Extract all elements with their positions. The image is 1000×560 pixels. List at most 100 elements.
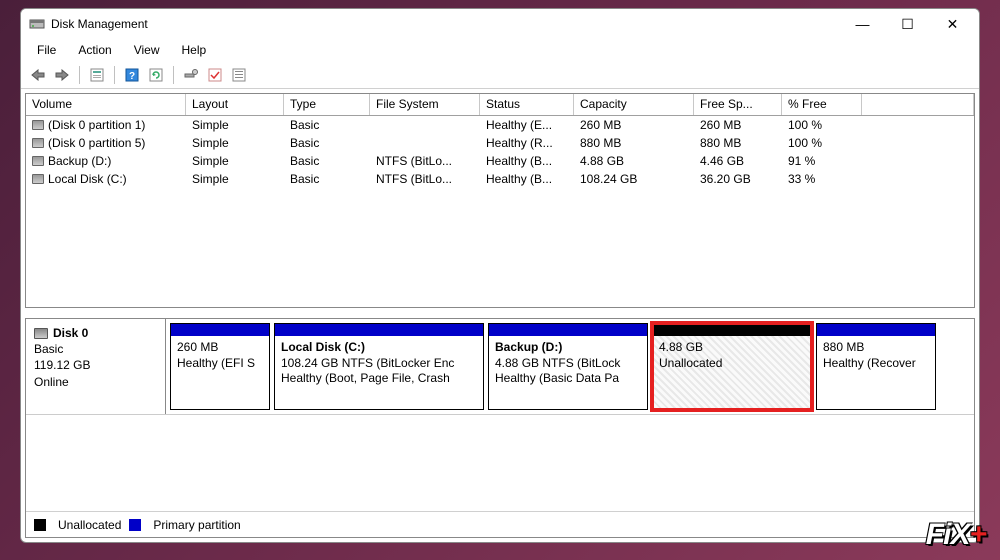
back-button[interactable]: [27, 64, 49, 86]
partition-line1: 880 MB: [823, 340, 929, 356]
disk-row[interactable]: Disk 0 Basic 119.12 GB Online 260 MBHeal…: [26, 319, 974, 415]
partition-title: Backup (D:): [495, 340, 641, 356]
partition-line1: 260 MB: [177, 340, 263, 356]
col-blank[interactable]: [862, 94, 974, 115]
help-button[interactable]: ?: [121, 64, 143, 86]
volume-capacity: 880 MB: [574, 135, 694, 151]
list-button[interactable]: [228, 64, 250, 86]
close-button[interactable]: ✕: [930, 9, 975, 39]
swatch-unallocated: [34, 519, 46, 531]
partition-block[interactable]: 4.88 GBUnallocated: [652, 323, 812, 410]
menu-action[interactable]: Action: [68, 41, 121, 59]
primary-partition-bar: [171, 324, 269, 336]
disk-size: 119.12 GB: [34, 357, 157, 373]
volume-row[interactable]: (Disk 0 partition 5)SimpleBasicHealthy (…: [26, 134, 974, 152]
col-free[interactable]: Free Sp...: [694, 94, 782, 115]
volume-free: 260 MB: [694, 117, 782, 133]
volume-row[interactable]: (Disk 0 partition 1) SimpleBasic Healthy (…: [26, 116, 974, 134]
volume-status: Healthy (E...: [480, 117, 574, 133]
menu-view[interactable]: View: [124, 41, 170, 59]
volume-name: (Disk 0 partition 5): [48, 136, 145, 150]
partition-block[interactable]: 260 MBHealthy (EFI S: [170, 323, 270, 410]
maximize-button[interactable]: ☐: [885, 9, 930, 39]
partition-line2: Healthy (Boot, Page File, Crash: [281, 371, 477, 387]
disk-info: Disk 0 Basic 119.12 GB Online: [26, 319, 166, 414]
volume-pct: 100 %: [782, 117, 862, 133]
partition-line2: Unallocated: [659, 356, 805, 372]
volume-pct: 33 %: [782, 171, 862, 187]
partition-line1: 4.88 GB: [659, 340, 805, 356]
partition-line2: Healthy (Recover: [823, 356, 929, 372]
volume-icon: [32, 138, 44, 148]
volume-icon: [32, 120, 44, 130]
swatch-primary: [129, 519, 141, 531]
partition-block[interactable]: Local Disk (C:)108.24 GB NTFS (BitLocker…: [274, 323, 484, 410]
volume-fs: NTFS (BitLo...: [370, 153, 480, 169]
primary-partition-bar: [275, 324, 483, 336]
menu-help[interactable]: Help: [172, 41, 217, 59]
partitions-container: 260 MBHealthy (EFI SLocal Disk (C:)108.2…: [166, 319, 974, 414]
disk-graphical-view: Disk 0 Basic 119.12 GB Online 260 MBHeal…: [25, 318, 975, 538]
disk-icon: [34, 328, 48, 339]
col-volume[interactable]: Volume: [26, 94, 186, 115]
col-layout[interactable]: Layout: [186, 94, 284, 115]
col-status[interactable]: Status: [480, 94, 574, 115]
volume-row[interactable]: Local Disk (C:)SimpleBasicNTFS (BitLo...…: [26, 170, 974, 188]
forward-button[interactable]: [51, 64, 73, 86]
titlebar[interactable]: Disk Management — ☐ ✕: [21, 9, 979, 39]
volume-capacity: 108.24 GB: [574, 171, 694, 187]
partition-line1: 4.88 GB NTFS (BitLock: [495, 356, 641, 372]
minimize-button[interactable]: —: [840, 9, 885, 39]
volume-status: Healthy (B...: [480, 171, 574, 187]
volume-capacity: 260 MB: [574, 117, 694, 133]
disk-type: Basic: [34, 341, 157, 357]
volume-pct: 91 %: [782, 153, 862, 169]
partition-block[interactable]: 880 MBHealthy (Recover: [816, 323, 936, 410]
toolbar: ?: [21, 61, 979, 89]
unallocated-bar: [653, 324, 811, 336]
volume-type: Basic: [284, 117, 370, 133]
svg-text:?: ?: [129, 71, 135, 82]
col-type[interactable]: Type: [284, 94, 370, 115]
window-title: Disk Management: [51, 17, 148, 31]
volume-layout: Simple: [186, 117, 284, 133]
legend-unallocated: Unallocated: [58, 518, 121, 532]
volume-type: Basic: [284, 171, 370, 187]
partition-title: Local Disk (C:): [281, 340, 477, 356]
volume-free: 880 MB: [694, 135, 782, 151]
primary-partition-bar: [817, 324, 935, 336]
volume-row[interactable]: Backup (D:)SimpleBasicNTFS (BitLo...Heal…: [26, 152, 974, 170]
volume-name: Local Disk (C:): [48, 172, 127, 186]
disk-management-window: Disk Management — ☐ ✕ File Action View H…: [20, 8, 980, 543]
column-headers: Volume Layout Type File System Status Ca…: [26, 94, 974, 116]
volume-fs: [370, 124, 480, 126]
col-filesystem[interactable]: File System: [370, 94, 480, 115]
volume-type: Basic: [284, 135, 370, 151]
volume-name: (Disk 0 partition 1): [48, 118, 145, 132]
volume-fs: [370, 142, 480, 144]
properties-button[interactable]: [86, 64, 108, 86]
col-capacity[interactable]: Capacity: [574, 94, 694, 115]
menu-file[interactable]: File: [27, 41, 66, 59]
refresh-button[interactable]: [145, 64, 167, 86]
menubar: File Action View Help: [21, 39, 979, 61]
volume-fs: NTFS (BitLo...: [370, 171, 480, 187]
app-icon: [29, 16, 45, 32]
volume-capacity: 4.88 GB: [574, 153, 694, 169]
disk-name: Disk 0: [53, 325, 88, 341]
volume-layout: Simple: [186, 135, 284, 151]
col-pctfree[interactable]: % Free: [782, 94, 862, 115]
partition-block[interactable]: Backup (D:)4.88 GB NTFS (BitLockHealthy …: [488, 323, 648, 410]
volume-icon: [32, 156, 44, 166]
check-button[interactable]: [204, 64, 226, 86]
partition-line1: 108.24 GB NTFS (BitLocker Enc: [281, 356, 477, 372]
volume-name: Backup (D:): [48, 154, 111, 168]
legend: Unallocated Primary partition: [26, 511, 974, 537]
settings-button[interactable]: [180, 64, 202, 86]
primary-partition-bar: [489, 324, 647, 336]
disk-status: Online: [34, 374, 157, 390]
volume-icon: [32, 174, 44, 184]
volume-layout: Simple: [186, 153, 284, 169]
volume-list[interactable]: Volume Layout Type File System Status Ca…: [25, 93, 975, 308]
partition-line2: Healthy (EFI S: [177, 356, 263, 372]
